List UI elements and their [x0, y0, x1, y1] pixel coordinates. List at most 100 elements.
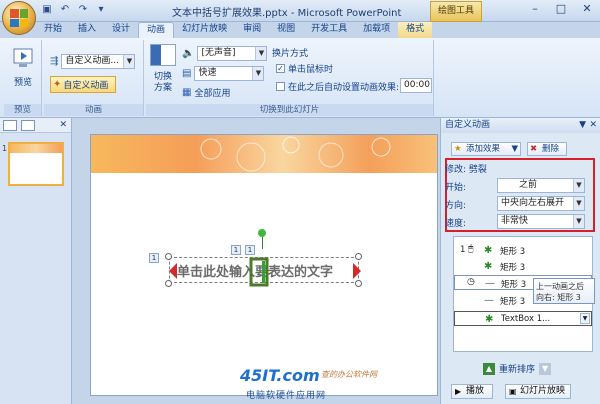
- group-label-transition: 切换到此幻灯片: [146, 104, 433, 116]
- watermark-site: 查的办公软件网: [321, 370, 377, 379]
- speed-combo[interactable]: 非常快 ▼: [497, 214, 585, 229]
- effect-tooltip: 上一动画之后 向右: 矩形 3: [533, 278, 595, 304]
- undo-icon[interactable]: ↶: [58, 3, 72, 17]
- group-animation: ⇶ 自定义动画... ▼ ✦ 自定义动画 动画: [44, 40, 144, 116]
- clock-icon: ◷: [467, 277, 475, 287]
- office-logo-icon: [10, 9, 28, 27]
- play-button[interactable]: ▶ 播放: [451, 384, 493, 399]
- slides-tab[interactable]: [3, 119, 17, 131]
- add-effect-button[interactable]: ★ 添加效果 ▼: [451, 142, 521, 156]
- preview-icon: [13, 48, 33, 67]
- tab-design[interactable]: 设计: [104, 22, 138, 38]
- start-combo[interactable]: 之前 ▼: [497, 178, 585, 193]
- entrance-effect-icon: ✱: [484, 261, 493, 272]
- tab-home[interactable]: 开始: [36, 22, 70, 38]
- tab-format[interactable]: 格式: [398, 22, 433, 38]
- modify-label: 修改: 劈裂: [445, 165, 487, 175]
- speed-icon: ▤: [182, 68, 192, 79]
- transition-thumb[interactable]: [150, 44, 176, 66]
- resize-handle[interactable]: [355, 280, 362, 287]
- resize-handle[interactable]: [165, 253, 172, 260]
- auto-after-checkbox[interactable]: 在此之后自动设置动画效果:: [276, 80, 399, 93]
- delete-icon: ✖: [530, 144, 538, 154]
- checkbox-checked-icon: ✓: [276, 64, 285, 73]
- transition-speed-combo[interactable]: 快速 ▼: [194, 66, 265, 81]
- tab-view[interactable]: 视图: [269, 22, 303, 38]
- checkbox-unchecked-icon: [276, 82, 285, 91]
- resize-handle[interactable]: [355, 253, 362, 260]
- tab-developer[interactable]: 开发工具: [303, 22, 355, 38]
- slideshow-icon: ▣: [509, 387, 517, 396]
- bracket-shapes[interactable]: [165, 253, 365, 289]
- slide-canvas[interactable]: 单击此处输入要表达的文字 1 1 1 查的办公软件网: [90, 134, 438, 396]
- chevron-down-icon: ▼: [252, 67, 264, 80]
- chevron-down-icon: ▼: [573, 197, 584, 210]
- mouse-icon: 🖱: [468, 244, 474, 254]
- auto-time-input[interactable]: 00:00: [400, 78, 432, 93]
- pane-title: 自定义动画: [445, 120, 491, 130]
- maximize-button[interactable]: □: [548, 0, 574, 18]
- advance-slide-title: 换片方式: [272, 49, 309, 59]
- tab-addins[interactable]: 加载项: [355, 22, 398, 38]
- group-label-preview: 预览: [4, 104, 41, 116]
- slide-thumbnail-number: 1: [2, 144, 8, 153]
- custom-animation-button[interactable]: ✦ 自定义动画: [50, 76, 116, 93]
- resize-handle[interactable]: [165, 280, 172, 287]
- watermark-subtitle: 电脑软硬件应用网: [246, 391, 327, 401]
- star-icon: ★: [454, 144, 462, 154]
- slide-header-decoration: [91, 135, 437, 173]
- delete-effect-button[interactable]: ✖ 删除: [527, 142, 567, 156]
- ribbon-tabs: 开始 插入 设计 动画 幻灯片放映 审阅 视图 开发工具 加载项 格式: [36, 22, 433, 38]
- redo-icon[interactable]: ↷: [76, 3, 90, 17]
- speed-label: 速度:: [445, 219, 467, 229]
- slide-editor: 单击此处输入要表达的文字 1 1 1 查的办公软件网: [72, 118, 440, 404]
- minimize-button[interactable]: –: [522, 0, 548, 18]
- close-button[interactable]: ✕: [574, 0, 600, 18]
- watermark-logo: 45IT.com: [240, 366, 320, 385]
- animation-order-tag: 1: [231, 245, 241, 255]
- custom-animation-icon: ✦: [53, 79, 62, 90]
- custom-animation-pane: 自定义动画 ▼ ✕ ★ 添加效果 ▼ ✖ 删除 修改: 劈裂 开始: 之前 ▼ …: [440, 118, 600, 404]
- apply-all-icon: ▦: [182, 87, 192, 98]
- list-item[interactable]: ✱ TextBox 1... ▼: [454, 311, 592, 326]
- direction-combo[interactable]: 中央向左右展开 ▼: [497, 196, 585, 211]
- start-label: 开始:: [445, 183, 467, 193]
- pane-menu-icon[interactable]: ▼: [579, 118, 586, 132]
- group-preview: 预览 预览: [4, 40, 42, 116]
- outline-tab[interactable]: [21, 119, 35, 131]
- group-transition: 切换 方案 🔈 [无声音] ▼ ▤ 快速 ▼ ▦ 全部应用 换片方式 ✓ 单击鼠…: [146, 40, 434, 116]
- chevron-down-icon: ▼: [255, 47, 267, 60]
- on-click-checkbox[interactable]: ✓ 单击鼠标时: [276, 62, 333, 75]
- slides-pane: ✕ 1: [0, 118, 72, 404]
- close-icon[interactable]: ✕: [589, 118, 597, 132]
- list-item[interactable]: ✱ 矩形 3: [454, 259, 592, 274]
- chevron-down-icon[interactable]: ▼: [580, 313, 590, 324]
- chevron-down-icon: ▼: [573, 215, 584, 228]
- window-title: 文本中括号扩展效果.pptx - Microsoft PowerPoint: [172, 8, 402, 19]
- tab-insert[interactable]: 插入: [70, 22, 104, 38]
- transition-sound-combo[interactable]: [无声音] ▼: [197, 46, 268, 61]
- slide-thumbnail[interactable]: [8, 142, 64, 186]
- direction-label: 方向:: [445, 201, 467, 211]
- quick-access-toolbar: ▣ ↶ ↷ ▾: [40, 3, 108, 17]
- qat-dropdown-icon[interactable]: ▾: [94, 3, 108, 17]
- apply-all-button[interactable]: ▦ 全部应用: [182, 86, 230, 99]
- rotate-handle[interactable]: [258, 229, 266, 237]
- tab-review[interactable]: 审阅: [235, 22, 269, 38]
- move-down-icon[interactable]: ▼: [539, 362, 552, 375]
- sound-icon: 🔈: [182, 48, 195, 59]
- list-item[interactable]: 1 🖱 ✱ 矩形 3: [454, 243, 592, 258]
- drawing-tools-context-tab: 绘图工具: [430, 1, 482, 22]
- slideshow-button[interactable]: ▣ 幻灯片放映: [505, 384, 571, 399]
- move-up-icon[interactable]: ▲: [483, 362, 495, 375]
- close-icon[interactable]: ✕: [59, 120, 67, 130]
- save-icon[interactable]: ▣: [40, 3, 54, 17]
- preview-button[interactable]: 预览: [11, 46, 35, 88]
- tab-animation[interactable]: 动画: [138, 22, 175, 38]
- office-button[interactable]: [2, 1, 36, 35]
- entrance-effect-icon: ✱: [484, 245, 493, 256]
- transition-scheme-button[interactable]: 切换 方案: [148, 72, 178, 94]
- tab-slideshow[interactable]: 幻灯片放映: [174, 22, 235, 38]
- chevron-down-icon: ▼: [123, 55, 135, 68]
- animation-combo[interactable]: 自定义动画... ▼: [61, 54, 136, 69]
